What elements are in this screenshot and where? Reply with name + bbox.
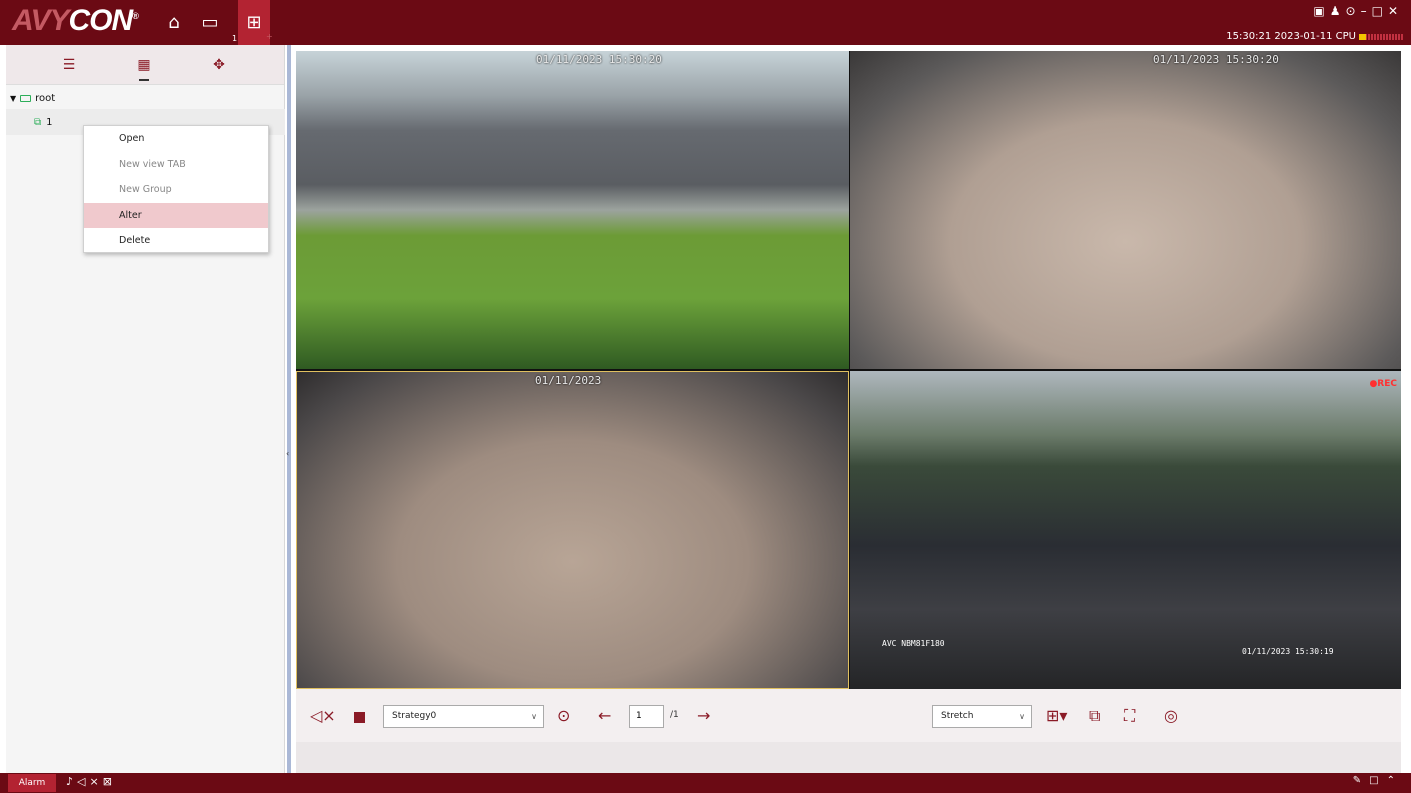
video-tile-2[interactable]: 01/11/2023 15:30:20	[850, 51, 1401, 369]
tab-count: 1	[232, 34, 238, 43]
alarm-button[interactable]: Alarm	[8, 774, 56, 792]
user-icon[interactable]: ♟	[1330, 4, 1346, 18]
list-icon[interactable]: ☰	[57, 53, 81, 77]
tile-timestamp: 01/11/2023 15:30:20	[536, 53, 662, 66]
stretch-value: Stretch	[941, 711, 974, 721]
home-icon[interactable]: ⌂	[158, 8, 190, 36]
snapshot-icon[interactable]: ◎	[1164, 707, 1178, 725]
strategy-value: Strategy0	[392, 711, 437, 721]
footer-icons: ♪◁×⊠	[66, 775, 116, 788]
menu-item-new-group[interactable]: New Group	[84, 177, 268, 203]
stretch-select[interactable]: Stretch ∨	[932, 705, 1032, 728]
camera-label: AVC NBM81F180	[882, 639, 945, 648]
title-bar: AVYCON® ⌂ ▭ 1 ⊞ + ▣♟⊙–□✕ 15:30:21 2023-0…	[0, 0, 1411, 45]
add-tab-icon[interactable]: +	[266, 32, 273, 41]
close-icon[interactable]: ✕	[1388, 4, 1403, 18]
keyboard-icon[interactable]: ▭	[194, 8, 226, 36]
device-group-icon	[20, 95, 32, 102]
video-tile-1[interactable]: 01/11/2023 15:30:20	[296, 51, 849, 369]
strategy-select[interactable]: Strategy0 ∨	[383, 705, 544, 728]
status-bar: Alarm ♪◁×⊠ ✎□⌃	[0, 773, 1411, 793]
playback-toolbar: ◁× Strategy0 ∨ ⊙ ← 1 /1 → Stretch ∨ ⊞▾ ⧉…	[296, 689, 1401, 742]
minimize-icon[interactable]: –	[1361, 4, 1372, 18]
chevron-down-icon: ∨	[1019, 712, 1025, 721]
mute-icon[interactable]: ◁×	[77, 775, 103, 788]
collapse-left-icon[interactable]: ‹	[286, 449, 289, 458]
tree-item-label: 1	[46, 117, 53, 128]
splitter-bar[interactable]	[287, 45, 291, 773]
image-icon[interactable]: ▣	[1313, 4, 1329, 18]
menu-item-new-view-tab[interactable]: New view TAB	[84, 152, 268, 178]
menu-item-alter[interactable]: Alter	[84, 202, 268, 228]
panel-splitter[interactable]: ‹	[285, 45, 293, 773]
caret-down-icon[interactable]: ▼	[10, 94, 16, 103]
settings-icon[interactable]: ⊙	[1346, 4, 1361, 18]
menu-item-delete[interactable]: Delete	[84, 228, 268, 254]
tree-item-view[interactable]: ⧉ 1	[34, 117, 53, 128]
chevron-down-icon: ∨	[531, 712, 537, 721]
maximize-icon[interactable]: □	[1372, 4, 1388, 18]
page-input[interactable]: 1	[629, 705, 664, 728]
window-close-icon[interactable]: ⊠	[103, 775, 116, 788]
ptz-icon[interactable]: ✥	[207, 53, 231, 77]
context-menu: Open New view TAB New Group Alter Delete	[83, 125, 269, 253]
copy-icon[interactable]: ⧉	[1089, 707, 1100, 725]
avycon-logo: AVYCON®	[12, 4, 139, 37]
page-total: /1	[670, 710, 679, 720]
tile-timestamp: 01/11/2023 15:30:20	[1153, 53, 1279, 66]
rec-indicator: ●REC	[1369, 379, 1397, 389]
clock-cpu-label: 15:30:21 2023-01-11 CPU	[1226, 31, 1356, 42]
footer-right-icons: ✎□⌃	[1353, 775, 1403, 786]
play-circle-icon[interactable]: ⊙	[557, 707, 570, 725]
status-readout: 15:30:21 2023-01-11 CPU	[1226, 31, 1403, 42]
bell-off-icon[interactable]: ♪	[66, 775, 77, 788]
layout-grid-icon[interactable]: ⊞▾	[1046, 707, 1067, 725]
grid-icon[interactable]: ▦	[132, 53, 156, 81]
sidebar-tabs: ☰ ▦ ✥	[6, 45, 284, 85]
video-tile-3[interactable]: 01/11/2023	[296, 371, 849, 689]
arrow-left-icon[interactable]: ←	[598, 707, 611, 725]
pin-icon[interactable]: ✎	[1353, 775, 1369, 786]
video-grid: 01/11/2023 15:30:20 01/11/2023 15:30:20 …	[296, 51, 1401, 689]
toolbar-filler	[296, 742, 1401, 773]
collapse-up-icon[interactable]: ⌃	[1387, 775, 1403, 786]
tree-root[interactable]: ▼ root	[10, 93, 55, 104]
window-icon[interactable]: □	[1369, 775, 1386, 786]
tile-timestamp: 01/11/2023	[535, 374, 602, 387]
stop-icon[interactable]	[354, 712, 365, 723]
view-icon: ⧉	[34, 117, 42, 128]
mute-icon[interactable]: ◁×	[310, 707, 336, 725]
tile-timestamp: 01/11/2023 15:30:19	[1242, 647, 1334, 656]
fullscreen-icon[interactable]: ⛶	[1124, 707, 1135, 725]
window-controls: ▣♟⊙–□✕	[1313, 4, 1403, 18]
tree-root-label: root	[35, 93, 56, 104]
arrow-right-icon[interactable]: →	[697, 707, 710, 725]
menu-item-open[interactable]: Open	[84, 126, 268, 152]
cpu-meter	[1359, 33, 1403, 40]
video-tile-4[interactable]: ●REC AVC NBM81F180 01/11/2023 15:30:19	[850, 371, 1401, 689]
